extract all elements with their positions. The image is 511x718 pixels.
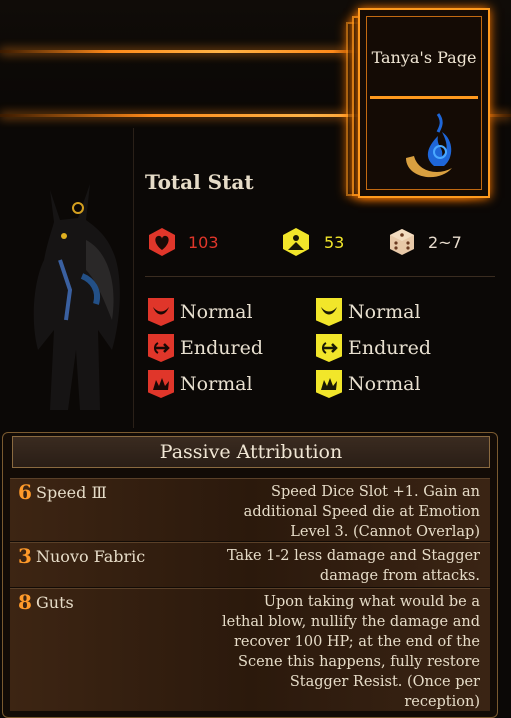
hp-res-pierce-label: Endured	[180, 337, 263, 359]
passive-name: Speed Ⅲ	[36, 483, 107, 502]
passive-cost: 3	[18, 544, 32, 568]
passive-desc: Speed Dice Slot +1. Gain an additional S…	[243, 484, 480, 540]
passive-name: Nuovo Fabric	[36, 547, 146, 566]
stagger-res-pierce-label: Endured	[348, 337, 431, 359]
passive-desc: Upon taking what would be a lethal blow,…	[221, 594, 480, 710]
hp-resistances: Normal Endured Normal	[148, 294, 263, 402]
stagger-resistances: Normal Endured Normal	[316, 294, 431, 402]
stagger-res-slash-label: Normal	[348, 301, 421, 323]
stagger-stat: 53	[280, 226, 344, 258]
stagger-res-blunt-label: Normal	[348, 373, 421, 395]
speed-value: 2~7	[428, 232, 462, 252]
stat-divider	[145, 276, 495, 277]
passive-title: Passive Attribution	[12, 436, 490, 468]
hp-res-blunt-label: Normal	[180, 373, 253, 395]
passive-cost: 6	[18, 480, 32, 504]
hp-res-blunt: Normal	[148, 366, 263, 402]
speed-dice-icon	[390, 229, 414, 255]
heart-health-icon	[149, 228, 175, 256]
speed-stat: 2~7	[386, 226, 462, 258]
hp-value: 103	[188, 232, 219, 252]
passive-title-text: Passive Attribution	[159, 441, 343, 463]
passive-row[interactable]: 6 Speed Ⅲ Speed Dice Slot +1. Gain an ad…	[10, 478, 490, 541]
slash-icon	[148, 298, 174, 326]
hp-res-pierce: Endured	[148, 330, 263, 366]
hp-res-slash: Normal	[148, 294, 263, 330]
stagger-res-pierce: Endured	[316, 330, 431, 366]
passive-row[interactable]: 8 Guts Upon taking what would be a letha…	[10, 588, 490, 711]
blunt-icon	[316, 370, 342, 398]
glow-divider-top	[0, 50, 370, 53]
vertical-divider	[133, 128, 134, 428]
pierce-icon	[148, 334, 174, 362]
blunt-icon	[148, 370, 174, 398]
passive-name: Guts	[36, 593, 74, 612]
crescent-blue-flame-icon	[406, 113, 452, 178]
key-page-card[interactable]: Tanya's Page	[346, 8, 491, 198]
hp-res-slash-label: Normal	[180, 301, 253, 323]
passive-row[interactable]: 3 Nuovo Fabric Take 1-2 less damage and …	[10, 542, 490, 587]
stagger-resist-icon	[283, 228, 309, 256]
passive-cost: 8	[18, 590, 32, 614]
stagger-res-blunt: Normal	[316, 366, 431, 402]
stagger-value: 53	[324, 232, 345, 252]
card-title: Tanya's Page	[371, 48, 477, 67]
total-stat-title: Total Stat	[145, 170, 254, 194]
passive-desc: Take 1-2 less damage and Stagger damage …	[227, 548, 480, 584]
stagger-res-slash: Normal	[316, 294, 431, 330]
hp-stat: 103	[146, 226, 219, 258]
slash-icon	[316, 298, 342, 326]
pierce-icon	[316, 334, 342, 362]
character-portrait	[33, 184, 120, 410]
